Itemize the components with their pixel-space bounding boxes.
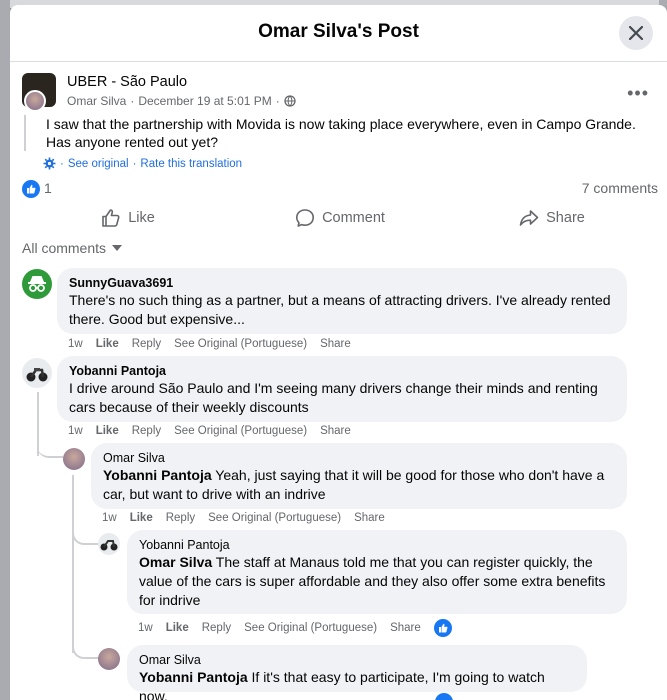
see-original-link[interactable]: See original — [68, 158, 129, 170]
comment-timestamp[interactable]: 1w — [68, 425, 83, 437]
more-options-button[interactable]: ••• — [627, 83, 649, 104]
comment-like-button[interactable]: Like — [96, 338, 119, 350]
post-body-text: I saw that the partnership with Movida i… — [24, 115, 644, 151]
comment-like-button[interactable]: Like — [166, 622, 189, 634]
comment-see-original-link[interactable]: See Original (Portuguese) — [174, 338, 307, 350]
comment-timestamp[interactable]: 1w — [102, 512, 117, 524]
thread-line — [72, 475, 74, 653]
incognito-icon — [28, 276, 46, 292]
comment-see-original-link[interactable]: See Original (Portuguese) — [208, 512, 341, 524]
comment-bubble: Omar Silva Yobanni Pantoja If it's that … — [127, 645, 587, 700]
comment-share-button[interactable]: Share — [320, 425, 351, 437]
modal-header: Omar Silva's Post — [10, 5, 667, 62]
mention-link[interactable]: Yobanni Pantoja — [103, 467, 212, 483]
comment-like-button[interactable]: Like — [130, 512, 153, 524]
comment-author-link[interactable]: Omar Silva — [103, 450, 615, 466]
comment-like-button[interactable]: Like — [96, 425, 119, 437]
mention-link[interactable]: Omar Silva — [139, 554, 212, 570]
comment-author-link[interactable]: Yobanni Pantoja — [139, 537, 615, 553]
motorcycle-icon — [26, 368, 48, 382]
post-meta: Omar Silva · December 19 at 5:01 PM · — [67, 94, 296, 108]
comment-bubble: Yobanni Pantoja Omar Silva The staff at … — [127, 530, 627, 614]
close-icon — [629, 26, 643, 40]
modal-title: Omar Silva's Post — [258, 21, 419, 42]
comment-bubble: SunnyGuava3691 There's no such thing as … — [57, 268, 627, 334]
comment-share-button[interactable]: Share — [390, 622, 421, 634]
like-reaction-icon[interactable] — [22, 180, 40, 198]
comment-actions: 1w Like Reply See Original (Portuguese) … — [102, 512, 385, 524]
comment-text: Yobanni Pantoja Yeah, just saying that i… — [103, 467, 605, 502]
post-modal: Omar Silva's Post UBER - São Paulo Omar … — [10, 5, 667, 700]
comment-reply-button[interactable]: Reply — [132, 425, 161, 437]
thread-connector — [72, 633, 100, 659]
commenter-avatar[interactable] — [63, 448, 85, 470]
comment-timestamp[interactable]: 1w — [68, 338, 83, 350]
comment-text: Yobanni Pantoja If it's that easy to par… — [139, 669, 545, 700]
background-overlay-left — [0, 0, 10, 700]
group-name-link[interactable]: UBER - São Paulo — [67, 74, 187, 90]
close-button[interactable] — [619, 16, 653, 50]
comment-reply-button[interactable]: Reply — [202, 622, 231, 634]
post-action-bar: Like Comment Share — [22, 201, 658, 235]
comment-count-link[interactable]: 7 comments — [582, 180, 658, 196]
post-author-link[interactable]: Omar Silva — [67, 94, 126, 108]
comment-text: I drive around São Paulo and I'm seeing … — [69, 380, 598, 415]
globe-icon — [284, 95, 296, 107]
comment-share-button[interactable]: Share — [320, 338, 351, 350]
comment-author-link[interactable]: SunnyGuava3691 — [69, 275, 615, 291]
comment-see-original-link[interactable]: See Original (Portuguese) — [174, 425, 307, 437]
reaction-summary: 1 7 comments — [22, 178, 658, 200]
translation-bar: · See original · Rate this translation — [43, 157, 242, 170]
comment-filter-dropdown[interactable]: All comments — [22, 240, 123, 256]
comment-author-link[interactable]: Yobanni Pantoja — [69, 363, 615, 379]
comment-timestamp[interactable]: 1w — [138, 622, 153, 634]
comment-author-link[interactable]: Omar Silva — [139, 652, 575, 668]
commenter-avatar[interactable] — [98, 648, 120, 670]
comment-icon — [296, 209, 315, 227]
comment-text: Omar Silva The staff at Manaus told me t… — [139, 554, 606, 608]
like-count[interactable]: 1 — [44, 180, 52, 196]
comment-bubble: Yobanni Pantoja I drive around São Paulo… — [57, 356, 627, 422]
commenter-avatar[interactable] — [98, 533, 120, 555]
commenter-avatar[interactable] — [22, 269, 52, 299]
mention-link[interactable]: Yobanni Pantoja — [139, 669, 248, 685]
comment-reply-button[interactable]: Reply — [132, 338, 161, 350]
comment-see-original-link[interactable]: See Original (Portuguese) — [244, 622, 377, 634]
like-button[interactable]: Like — [22, 201, 234, 235]
comment-reply-button[interactable]: Reply — [166, 512, 195, 524]
comment-actions: 1w Like Reply See Original (Portuguese) … — [138, 619, 452, 637]
author-avatar[interactable] — [24, 90, 46, 112]
caret-down-icon — [112, 245, 123, 251]
motorcycle-icon — [100, 540, 118, 551]
comment-button[interactable]: Comment — [234, 201, 446, 235]
post-date-link[interactable]: December 19 at 5:01 PM — [138, 94, 271, 108]
thread-connector — [37, 425, 63, 458]
comment-bubble: Omar Silva Yobanni Pantoja Yeah, just sa… — [91, 443, 627, 509]
comment-share-button[interactable]: Share — [354, 512, 385, 524]
thread-connector — [72, 515, 100, 545]
thumbs-up-icon — [102, 209, 120, 227]
like-reaction-icon[interactable] — [433, 619, 452, 637]
comment-actions: 1w Like Reply See Original (Portuguese) … — [68, 425, 351, 437]
comment-text: There's no such thing as a partner, but … — [69, 292, 611, 327]
share-button[interactable]: Share — [446, 201, 658, 235]
share-icon — [519, 210, 539, 226]
gear-icon — [43, 157, 56, 170]
rate-translation-link[interactable]: Rate this translation — [140, 158, 242, 170]
commenter-avatar[interactable] — [22, 358, 52, 388]
comment-actions: 1w Like Reply See Original (Portuguese) … — [68, 338, 351, 350]
